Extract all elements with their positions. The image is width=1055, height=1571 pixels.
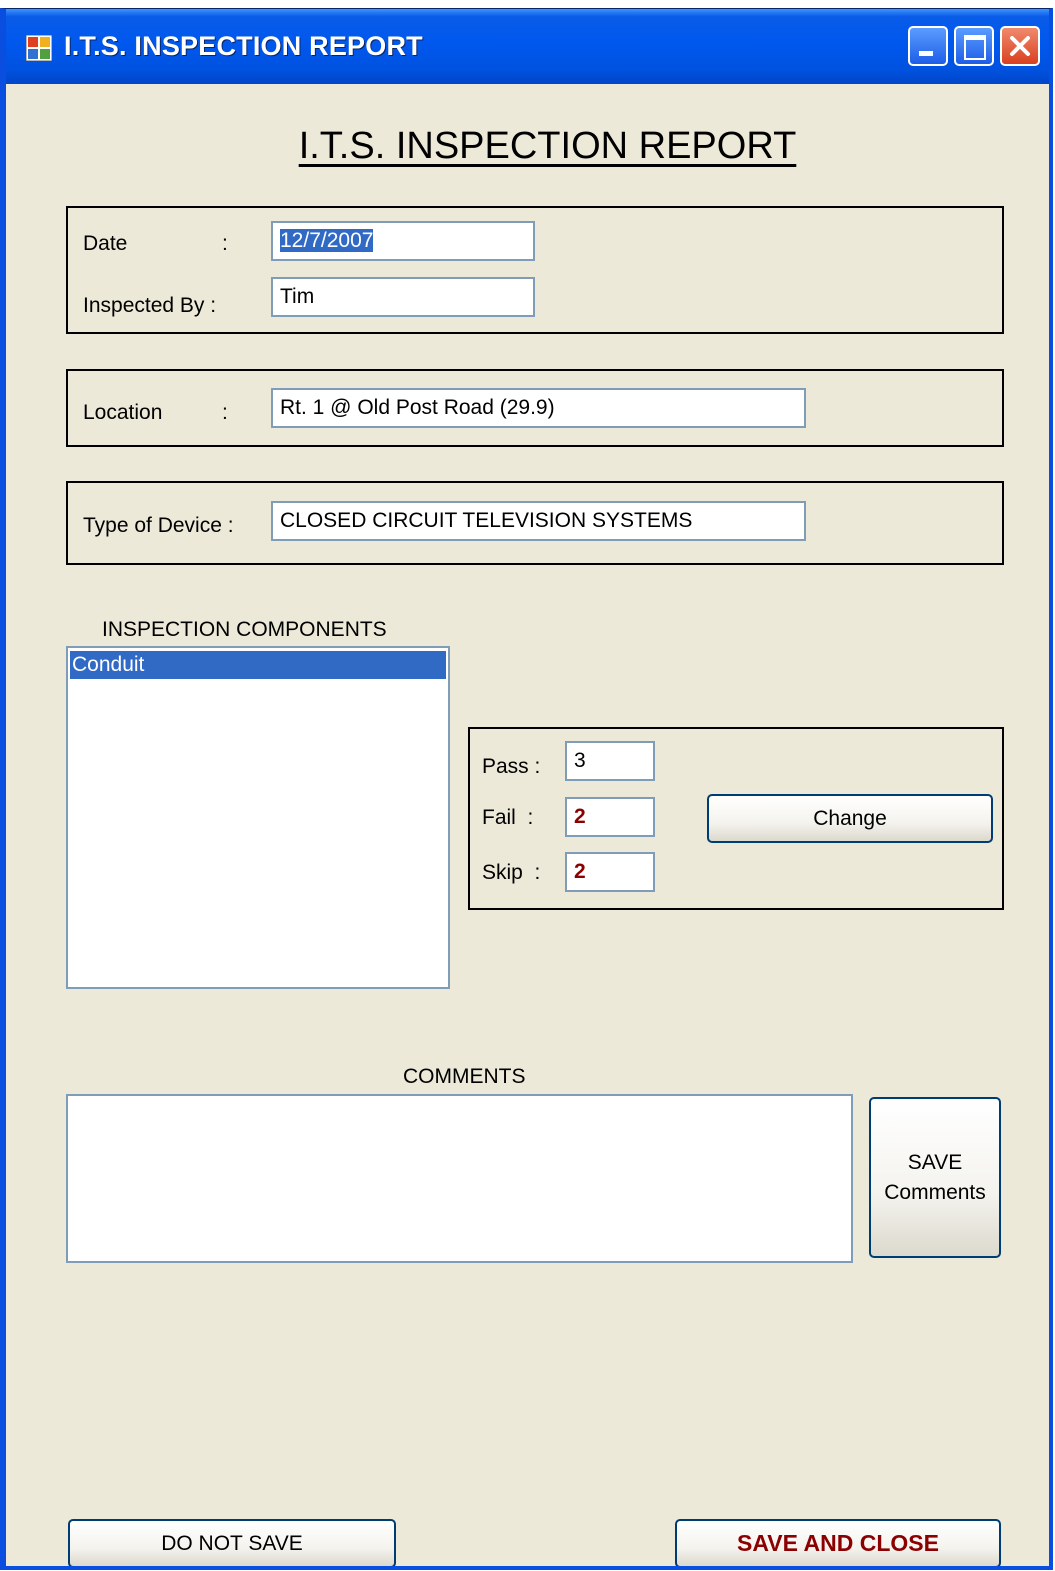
location-field[interactable]: Rt. 1 @ Old Post Road (29.9) xyxy=(271,388,806,428)
report-heading: I.T.S. INSPECTION REPORT xyxy=(6,125,1049,168)
skip-label: Skip : xyxy=(482,861,541,884)
pass-field[interactable]: 3 xyxy=(565,741,655,781)
change-button[interactable]: Change xyxy=(707,794,993,843)
device-type-field[interactable]: CLOSED CIRCUIT TELEVISION SYSTEMS xyxy=(271,501,806,541)
fail-label: Fail : xyxy=(482,806,534,829)
comments-label: COMMENTS xyxy=(403,1065,526,1088)
inspection-components-label: INSPECTION COMPONENTS xyxy=(102,618,387,641)
date-label: Date xyxy=(83,232,128,255)
do-not-save-button[interactable]: DO NOT SAVE xyxy=(68,1519,396,1566)
date-value: 12/7/2007 xyxy=(280,229,374,252)
save-comments-line1: SAVE xyxy=(907,1150,963,1174)
title-bar[interactable]: I.T.S. INSPECTION REPORT xyxy=(6,9,1049,84)
report-heading-text: I.T.S. INSPECTION REPORT xyxy=(298,125,797,167)
maximize-button[interactable] xyxy=(954,26,994,66)
date-field[interactable]: 12/7/2007 xyxy=(271,221,535,261)
device-type-label: Type of Device : xyxy=(83,514,234,537)
location-label: Location xyxy=(83,401,163,424)
skip-field[interactable]: 2 xyxy=(565,852,655,892)
inspection-report-window: I.T.S. INSPECTION REPORT I.T.S. INSPECTI… xyxy=(0,8,1053,1570)
save-and-close-button[interactable]: SAVE AND CLOSE xyxy=(675,1519,1001,1566)
pass-label: Pass : xyxy=(482,755,541,778)
save-comments-button[interactable]: SAVE Comments xyxy=(869,1097,1001,1258)
list-item[interactable]: Conduit xyxy=(70,651,446,679)
application-icon xyxy=(26,35,52,61)
inspection-components-list[interactable]: Conduit xyxy=(66,646,450,989)
close-icon xyxy=(1010,36,1030,56)
comments-field[interactable] xyxy=(66,1094,853,1263)
save-comments-line2: Comments xyxy=(884,1180,986,1204)
inspected-by-label: Inspected By : xyxy=(83,294,217,317)
location-colon: : xyxy=(222,401,228,424)
fail-field[interactable]: 2 xyxy=(565,797,655,837)
close-button[interactable] xyxy=(1000,26,1040,66)
inspected-by-field[interactable]: Tim xyxy=(271,277,535,317)
date-colon: : xyxy=(222,232,228,255)
minimize-button[interactable] xyxy=(908,26,948,66)
window-title: I.T.S. INSPECTION REPORT xyxy=(64,31,423,61)
